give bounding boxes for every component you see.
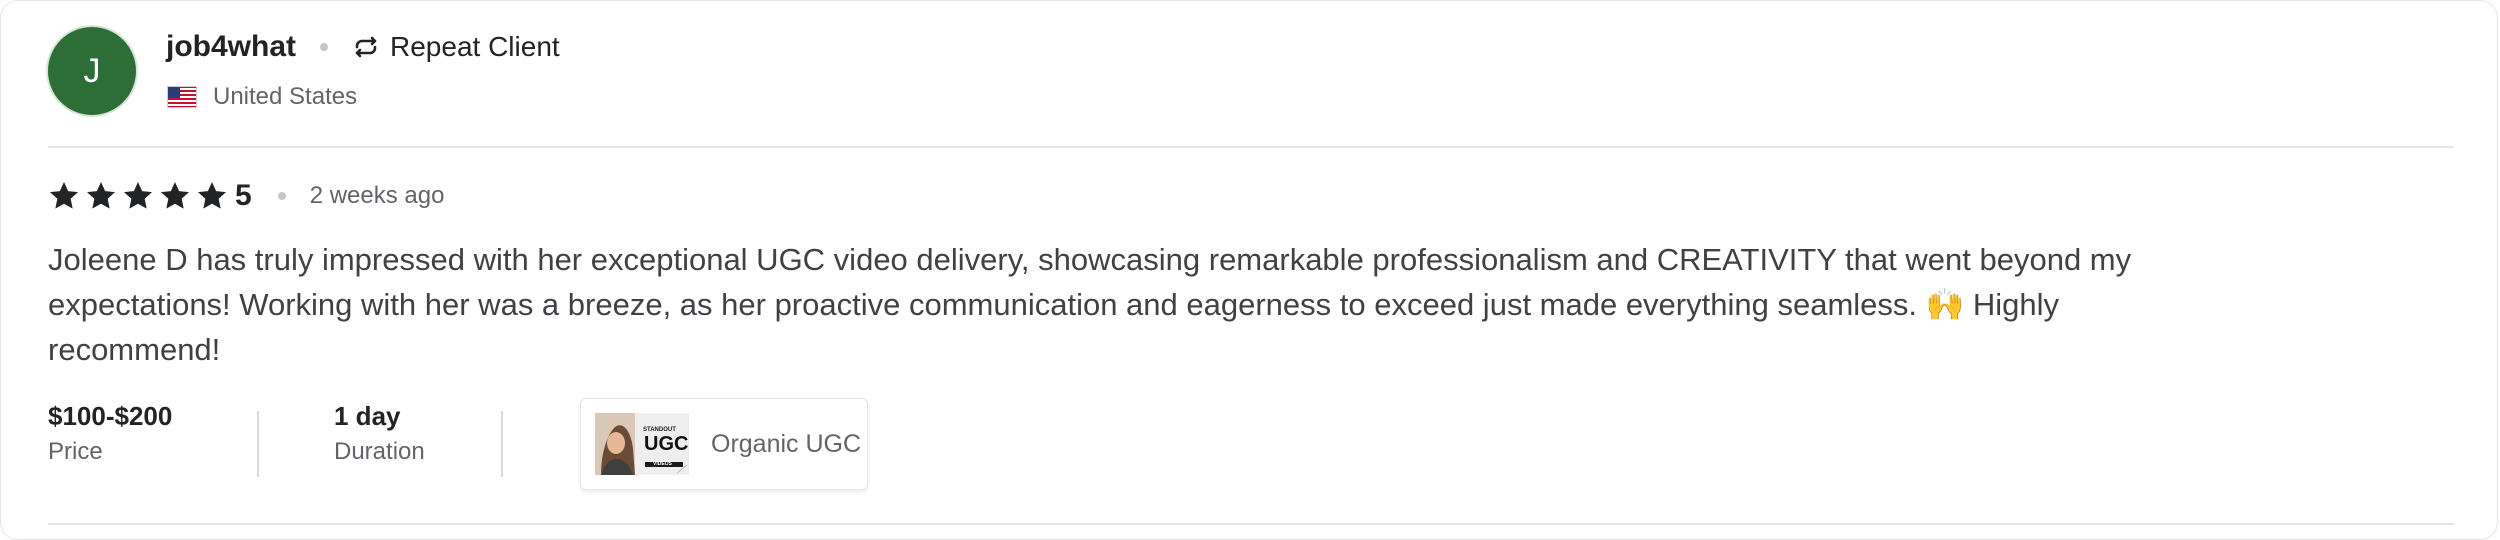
gig-thumb-text-bottom: VIDEOS xyxy=(653,461,672,467)
duration-block: 1 day Duration xyxy=(334,399,425,469)
reviewer-country: United States xyxy=(167,79,357,115)
review-time: 2 weeks ago xyxy=(309,182,445,209)
star-icon xyxy=(124,182,152,209)
gig-thumbnail: STANDOUT UGC VIDEOS xyxy=(595,413,689,475)
reviewer-header: job4what Repeat Client xyxy=(166,25,560,69)
duration-label: Duration xyxy=(334,438,425,465)
repeat-client-badge: Repeat Client xyxy=(390,31,560,62)
gig-title: Organic UGC xyxy=(711,429,862,458)
meta-divider xyxy=(501,411,503,477)
star-icon xyxy=(198,182,226,209)
review-text: Joleene D has truly impressed with her e… xyxy=(48,242,2132,367)
rating-value: 5 xyxy=(235,179,252,212)
us-flag-icon xyxy=(167,86,197,108)
separator-dot xyxy=(320,43,329,51)
rating-row: 5 2 weeks ago xyxy=(48,177,444,215)
country-name: United States xyxy=(213,83,358,110)
separator-dot xyxy=(277,192,286,200)
star-icon xyxy=(87,182,115,209)
duration-value: 1 day xyxy=(334,401,401,431)
reviewer-username[interactable]: job4what xyxy=(166,30,296,64)
repeat-icon xyxy=(355,36,377,58)
gig-thumb-text-main: UGC xyxy=(644,433,689,455)
bottom-divider xyxy=(48,523,2454,525)
price-block: $100-$200 Price xyxy=(48,399,172,469)
price-value: $100-$200 xyxy=(48,401,173,431)
meta-divider xyxy=(257,411,259,477)
header-divider xyxy=(48,146,2454,148)
price-label: Price xyxy=(48,438,103,465)
gig-link[interactable]: STANDOUT UGC VIDEOS Organic UGC xyxy=(580,398,868,490)
star-icon xyxy=(161,182,189,209)
star-rating xyxy=(48,180,233,212)
review-card: J job4what Repeat Client United States 5… xyxy=(0,0,2498,540)
avatar-initial: J xyxy=(83,51,101,90)
star-icon xyxy=(50,182,78,209)
avatar[interactable]: J xyxy=(48,27,136,115)
